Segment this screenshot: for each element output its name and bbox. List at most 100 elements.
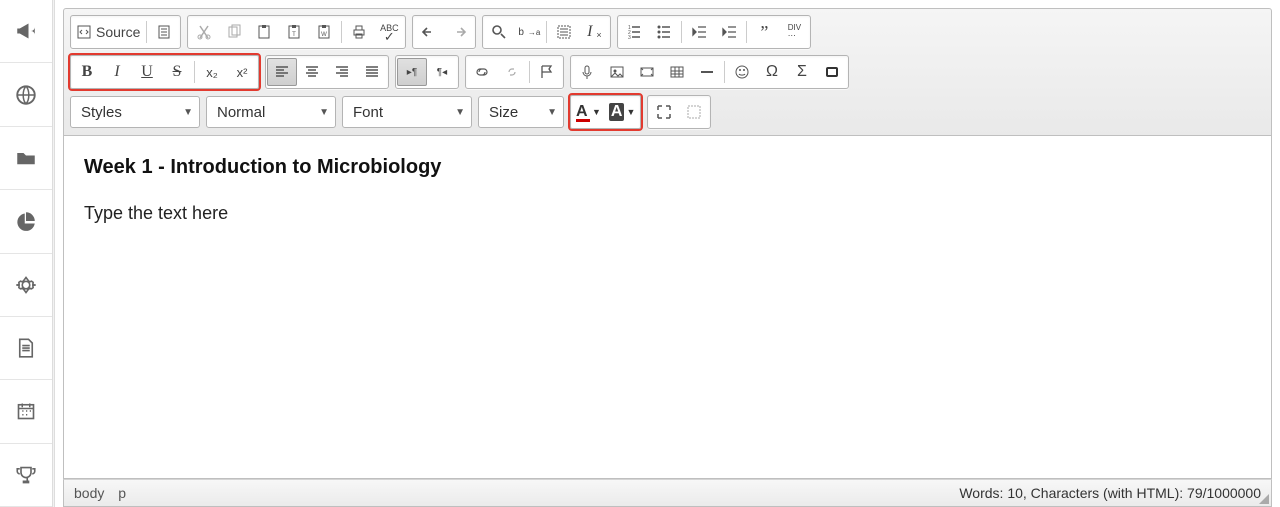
bullhorn-icon (16, 21, 36, 41)
align-center-button[interactable] (297, 57, 327, 87)
svg-text:W: W (322, 32, 328, 38)
chevron-down-icon: ▼ (547, 107, 557, 118)
chevron-down-icon: ▼ (592, 107, 601, 117)
video-button[interactable] (632, 57, 662, 87)
trophy-icon (16, 465, 36, 485)
paste-icon (256, 24, 272, 40)
element-path[interactable]: body p (74, 485, 136, 501)
size-combo[interactable]: Size ▼ (478, 96, 564, 128)
hr-button[interactable] (692, 57, 722, 87)
anchor-button[interactable] (532, 57, 562, 87)
ol-icon: 123 (626, 24, 642, 40)
find-button[interactable] (484, 17, 514, 47)
blockquote-button[interactable]: ” (749, 17, 779, 47)
page-icon (156, 24, 172, 40)
bg-color-button[interactable]: A ▼ (605, 97, 639, 127)
content-paragraph: Type the text here (84, 203, 1251, 224)
numberlist-button[interactable]: 123 (619, 17, 649, 47)
iframe-icon (824, 64, 840, 80)
paste-text-button[interactable]: T (279, 17, 309, 47)
file-icon (16, 338, 36, 358)
iframe-button[interactable] (817, 57, 847, 87)
flag-icon (539, 64, 555, 80)
sidebar-item-document[interactable] (0, 317, 52, 380)
replace-button[interactable]: b→a (514, 17, 544, 47)
selectall-icon (556, 24, 572, 40)
indent-button[interactable] (714, 17, 744, 47)
editor-toolbar: Source T W ABC✓ (63, 8, 1272, 136)
paste-word-button[interactable]: W (309, 17, 339, 47)
div-button[interactable]: DIV⋯ (779, 17, 809, 47)
copy-icon (226, 24, 242, 40)
print-button[interactable] (344, 17, 374, 47)
ltr-button[interactable]: ▸¶ (397, 58, 427, 86)
styles-combo[interactable]: Styles ▼ (70, 96, 200, 128)
cut-button[interactable] (189, 17, 219, 47)
sidebar-item-folder[interactable] (0, 127, 52, 190)
selectall-button[interactable] (549, 17, 579, 47)
folder-icon (16, 148, 36, 168)
print-icon (351, 24, 367, 40)
subscript-button[interactable]: x₂ (197, 57, 227, 87)
format-label: Normal (217, 104, 265, 121)
copy-button[interactable] (219, 17, 249, 47)
align-right-button[interactable] (327, 57, 357, 87)
italic-button[interactable]: I (102, 57, 132, 87)
paste-button[interactable] (249, 17, 279, 47)
source-label: Source (96, 24, 140, 40)
align-right-icon (334, 64, 350, 80)
chart-pie-icon (16, 211, 36, 231)
hr-icon (699, 64, 715, 80)
youtube-button[interactable] (572, 57, 602, 87)
path-p[interactable]: p (118, 485, 126, 501)
newpage-button[interactable] (149, 17, 179, 47)
editor-main: Source T W ABC✓ (55, 0, 1280, 507)
sidebar-item-globe[interactable] (0, 63, 52, 126)
sidebar-item-calendar[interactable] (0, 380, 52, 443)
editor-content[interactable]: Week 1 - Introduction to Microbiology Ty… (63, 136, 1272, 479)
text-color-button[interactable]: A ▼ (572, 97, 605, 127)
chevron-down-icon: ▼ (626, 107, 635, 117)
maximize-button[interactable] (649, 97, 679, 127)
underline-button[interactable]: U (132, 57, 162, 87)
sum-button[interactable]: Σ (787, 57, 817, 87)
sidebar-item-announcements[interactable] (0, 0, 52, 63)
strike-button[interactable]: S (162, 57, 192, 87)
unlink-button[interactable] (497, 57, 527, 87)
align-left-icon (274, 64, 290, 80)
image-button[interactable] (602, 57, 632, 87)
removeformat-button[interactable]: I× (579, 17, 609, 47)
link-button[interactable] (467, 57, 497, 87)
outdent-button[interactable] (684, 17, 714, 47)
sidebar-item-settings[interactable] (0, 254, 52, 317)
path-body[interactable]: body (74, 485, 104, 501)
source-button[interactable]: Source (72, 17, 144, 47)
smiley-button[interactable] (727, 57, 757, 87)
sidebar-item-trophy[interactable] (0, 444, 52, 507)
superscript-button[interactable]: x² (227, 57, 257, 87)
paste-word-icon: W (316, 24, 332, 40)
align-justify-button[interactable] (357, 57, 387, 87)
size-label: Size (489, 104, 518, 121)
undo-button[interactable] (414, 17, 444, 47)
bulletlist-button[interactable] (649, 17, 679, 47)
align-left-button[interactable] (267, 58, 297, 86)
blocks-icon (686, 104, 702, 120)
bold-button[interactable]: B (72, 57, 102, 87)
resize-handle[interactable] (1259, 494, 1269, 504)
maximize-icon (656, 104, 672, 120)
format-combo[interactable]: Normal ▼ (206, 96, 336, 128)
globe-icon (16, 85, 36, 105)
specialchar-button[interactable]: Ω (757, 57, 787, 87)
font-combo[interactable]: Font ▼ (342, 96, 472, 128)
rtl-button[interactable]: ¶◂ (427, 57, 457, 87)
showblocks-button[interactable] (679, 97, 709, 127)
sidebar-item-chart[interactable] (0, 190, 52, 253)
spellcheck-button[interactable]: ABC✓ (374, 17, 404, 47)
ul-icon (656, 24, 672, 40)
redo-icon (451, 24, 467, 40)
table-icon (669, 64, 685, 80)
redo-button[interactable] (444, 17, 474, 47)
table-button[interactable] (662, 57, 692, 87)
source-icon (76, 24, 92, 40)
